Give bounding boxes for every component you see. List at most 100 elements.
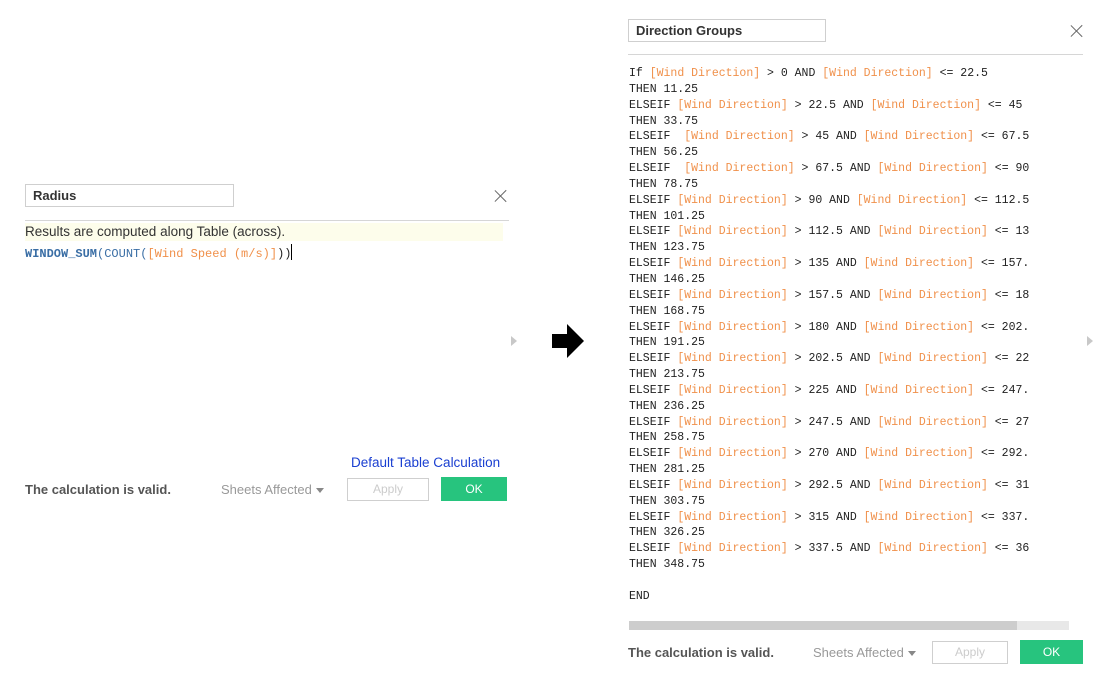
apply-button[interactable]: Apply: [932, 641, 1008, 664]
chevron-down-icon: [907, 651, 916, 657]
sheets-affected-dropdown[interactable]: Sheets Affected: [813, 645, 916, 660]
formula-line: ELSEIF [Wind Direction] > 247.5 AND [Win…: [629, 415, 1079, 431]
formula-line: ELSEIF [Wind Direction] > 112.5 AND [Win…: [629, 224, 1079, 240]
formula-function-window-sum: WINDOW_SUM: [25, 247, 98, 261]
formula-field-wind-direction: [Wind Direction]: [677, 288, 788, 302]
formula-text: > 135 AND: [787, 257, 864, 271]
expand-panel-icon[interactable]: [511, 336, 517, 346]
formula-field-wind-direction: [Wind Direction]: [677, 510, 788, 524]
formula-line: THEN 191.25: [629, 335, 1079, 351]
formula-line: THEN 236.25: [629, 399, 1079, 415]
formula-text: END: [629, 589, 650, 603]
apply-button[interactable]: Apply: [347, 478, 429, 501]
formula-field-wind-direction: [Wind Direction]: [877, 162, 988, 176]
formula-text: > 315 AND: [787, 510, 864, 524]
formula-text: <= 18: [987, 288, 1030, 302]
formula-text: ELSEIF: [629, 98, 678, 112]
formula-text: <= 337.: [974, 510, 1030, 524]
formula-line: ELSEIF [Wind Direction] > 45 AND [Wind D…: [629, 129, 1079, 145]
formula-text: THEN 33.75: [629, 114, 699, 128]
ok-button[interactable]: OK: [1020, 640, 1083, 664]
formula-line: END: [629, 589, 1079, 605]
formula-line: ELSEIF [Wind Direction] > 157.5 AND [Win…: [629, 288, 1079, 304]
formula-field-wind-direction: [Wind Direction]: [677, 383, 788, 397]
formula-line: THEN 258.75: [629, 430, 1079, 446]
formula-text: THEN 303.75: [629, 494, 705, 508]
formula-field-wind-direction: [Wind Direction]: [677, 320, 788, 334]
default-table-calculation-link[interactable]: Default Table Calculation: [351, 455, 500, 470]
formula-text: THEN 348.75: [629, 558, 705, 572]
formula-field-wind-direction: [Wind Direction]: [822, 67, 933, 80]
formula-line: ELSEIF [Wind Direction] > 337.5 AND [Win…: [629, 541, 1079, 557]
formula-text: > 270 AND: [787, 447, 864, 461]
expand-panel-icon[interactable]: [1087, 336, 1093, 346]
formula-line: THEN 168.75: [629, 304, 1079, 320]
formula-text: THEN 168.75: [629, 304, 705, 318]
formula-text: <= 112.5: [967, 193, 1030, 207]
ok-button[interactable]: OK: [441, 477, 507, 501]
validity-status: The calculation is valid.: [25, 482, 171, 497]
formula-text: > 337.5 AND: [787, 542, 878, 556]
formula-text: ELSEIF: [629, 130, 685, 144]
formula-text: ELSEIF: [629, 478, 678, 492]
formula-field-wind-direction: [Wind Direction]: [677, 447, 788, 461]
close-icon[interactable]: [494, 189, 508, 203]
calc-name-input[interactable]: Radius: [25, 184, 234, 207]
formula-line: ELSEIF [Wind Direction] > 202.5 AND [Win…: [629, 351, 1079, 367]
formula-line: THEN 78.75: [629, 177, 1079, 193]
formula-field-wind-direction: [Wind Direction]: [677, 98, 788, 112]
formula-field-wind-speed: [Wind Speed (m/s)]: [147, 247, 278, 261]
formula-text: ELSEIF: [629, 383, 678, 397]
close-icon[interactable]: [1070, 24, 1084, 38]
formula-text: <= 90: [987, 162, 1030, 176]
formula-field-wind-direction: [Wind Direction]: [677, 352, 788, 366]
formula-text: THEN 236.25: [629, 399, 705, 413]
formula-line: THEN 123.75: [629, 240, 1079, 256]
formula-line: THEN 348.75: [629, 557, 1079, 573]
formula-field-wind-direction: [Wind Direction]: [877, 352, 988, 366]
calc-name-input[interactable]: Direction Groups: [628, 19, 826, 42]
formula-text: <= 13: [987, 225, 1030, 239]
formula-line: THEN 11.25: [629, 82, 1079, 98]
formula-text: ELSEIF: [629, 162, 685, 176]
right-arrow-icon: [552, 324, 584, 358]
scrollbar-thumb[interactable]: [629, 621, 1017, 630]
formula-field-wind-direction: [Wind Direction]: [677, 478, 788, 492]
formula-text: <= 27: [987, 415, 1030, 429]
formula-text: > 67.5 AND: [794, 162, 878, 176]
formula-text: THEN 123.75: [629, 241, 705, 255]
sheets-affected-label: Sheets Affected: [221, 482, 312, 497]
formula-field-wind-direction: [Wind Direction]: [863, 320, 975, 334]
formula-text: ELSEIF: [629, 352, 678, 366]
formula-function-count: COUNT: [104, 247, 141, 261]
formula-text: <= 36: [987, 542, 1030, 556]
formula-text: THEN 326.25: [629, 526, 705, 540]
formula-text: If: [629, 67, 650, 80]
horizontal-scrollbar[interactable]: [629, 621, 1069, 630]
formula-field-wind-direction: [Wind Direction]: [877, 288, 988, 302]
formula-field-wind-direction: [Wind Direction]: [877, 415, 988, 429]
formula-line: ELSEIF [Wind Direction] > 135 AND [Wind …: [629, 256, 1079, 272]
formula-field-wind-direction: [Wind Direction]: [863, 510, 975, 524]
formula-text: ELSEIF: [629, 447, 678, 461]
formula-text: <= 22.5: [932, 67, 988, 80]
formula-field-wind-direction: [Wind Direction]: [877, 542, 988, 556]
formula-line: THEN 146.25: [629, 272, 1079, 288]
sheets-affected-dropdown[interactable]: Sheets Affected: [221, 482, 324, 497]
formula-text: ELSEIF: [629, 415, 678, 429]
formula-text: ELSEIF: [629, 193, 678, 207]
formula-field-wind-direction: [Wind Direction]: [877, 478, 988, 492]
formula-text: THEN 101.25: [629, 209, 705, 223]
formula-line: ELSEIF [Wind Direction] > 180 AND [Wind …: [629, 320, 1079, 336]
formula-field-wind-direction: [Wind Direction]: [863, 447, 975, 461]
formula-text: > 180 AND: [787, 320, 864, 334]
formula-text: > 247.5 AND: [787, 415, 878, 429]
formula-text: > 202.5 AND: [787, 352, 878, 366]
formula-editor[interactable]: WINDOW_SUM(COUNT([Wind Speed (m/s)])): [25, 241, 293, 261]
formula-text: THEN 146.25: [629, 272, 705, 286]
formula-text: ELSEIF: [629, 320, 678, 334]
formula-line: ELSEIF [Wind Direction] > 292.5 AND [Win…: [629, 478, 1079, 494]
formula-line: THEN 213.75: [629, 367, 1079, 383]
formula-editor[interactable]: If [Wind Direction] > 0 AND [Wind Direct…: [629, 66, 1079, 605]
formula-field-wind-direction: [Wind Direction]: [877, 225, 988, 239]
